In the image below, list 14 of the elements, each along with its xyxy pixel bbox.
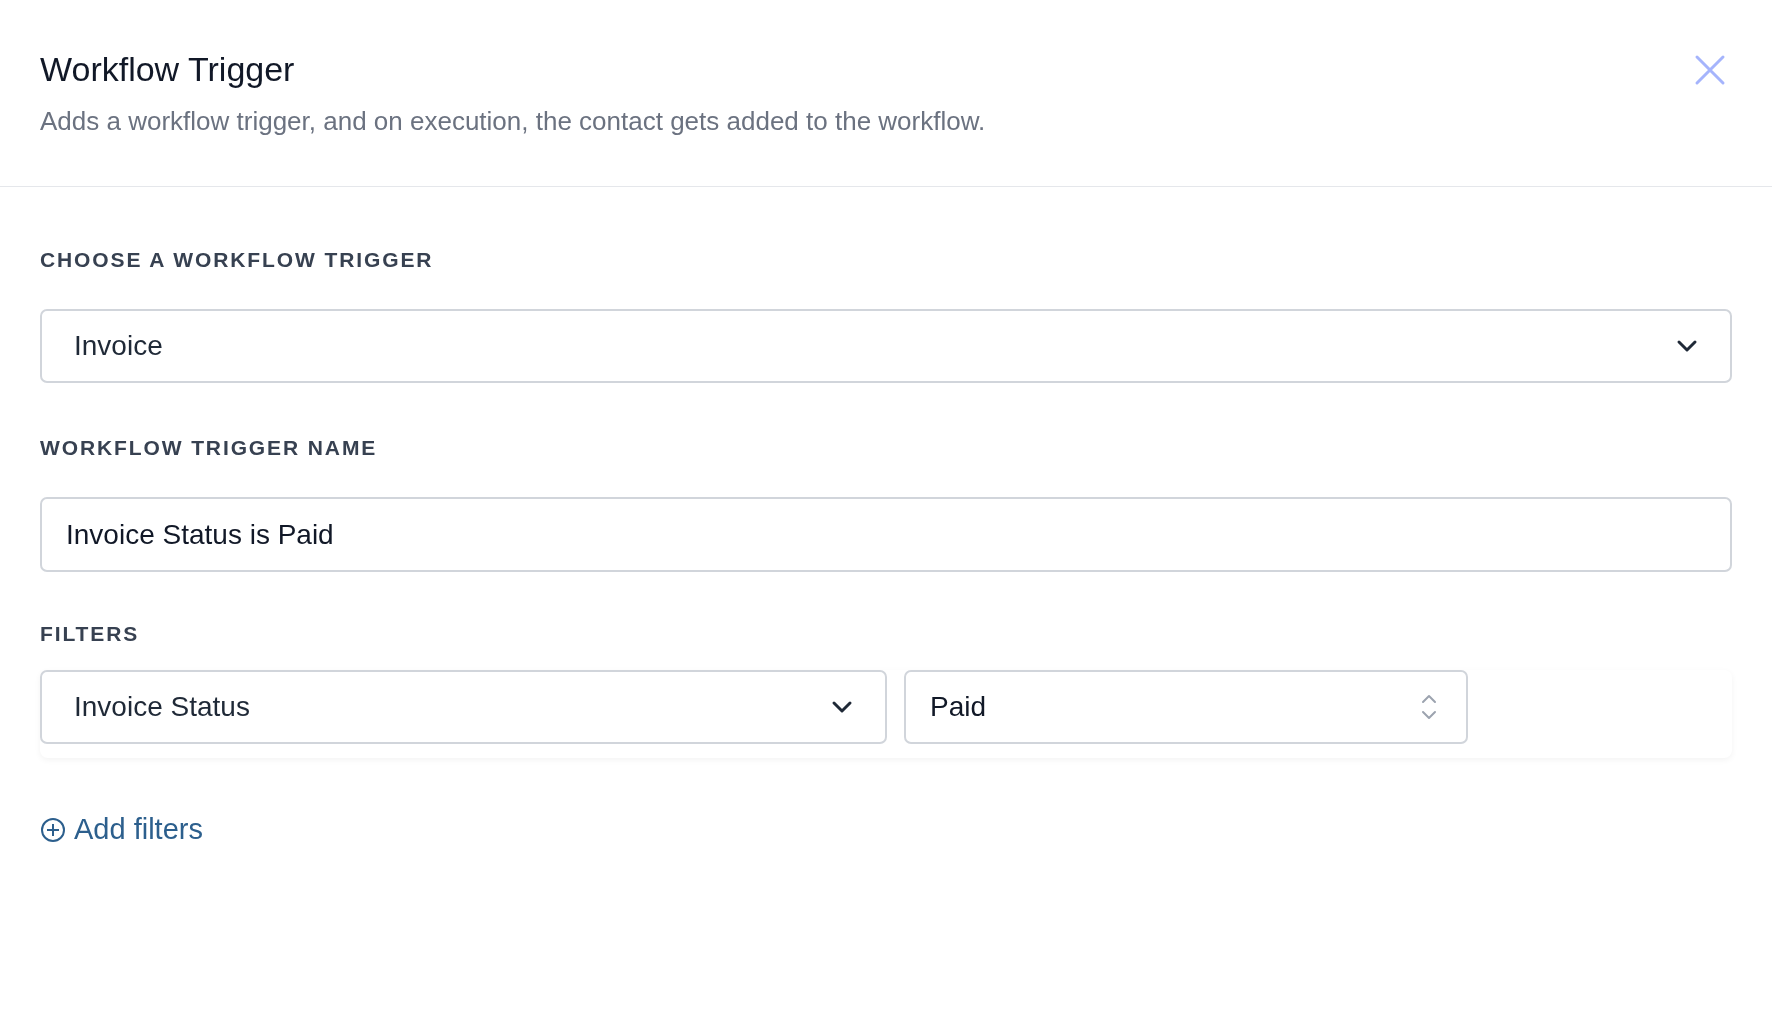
filter-value-select[interactable]: Paid <box>904 670 1468 744</box>
dialog-description: Adds a workflow trigger, and on execution, the contact gets added to the workflow. <box>40 108 986 134</box>
dialog-title: Workflow Trigger <box>40 52 296 86</box>
chevron-down-icon <box>831 700 853 714</box>
section-label: WORKFLOW TRIGGER NAME <box>40 437 379 458</box>
trigger-select[interactable]: Invoice <box>40 309 1732 383</box>
filter-field-select[interactable]: Invoice Status <box>40 670 887 744</box>
trigger-name-input[interactable]: Invoice Status is Paid <box>40 497 1732 572</box>
add-filters-link[interactable]: Add filters <box>40 808 203 852</box>
chevron-down-icon <box>1676 339 1698 353</box>
section-label: FILTERS <box>40 623 141 644</box>
up-down-chevron-icon <box>1420 692 1438 722</box>
plus-circle-icon <box>40 816 66 843</box>
section-label: CHOOSE A WORKFLOW TRIGGER <box>40 249 435 270</box>
